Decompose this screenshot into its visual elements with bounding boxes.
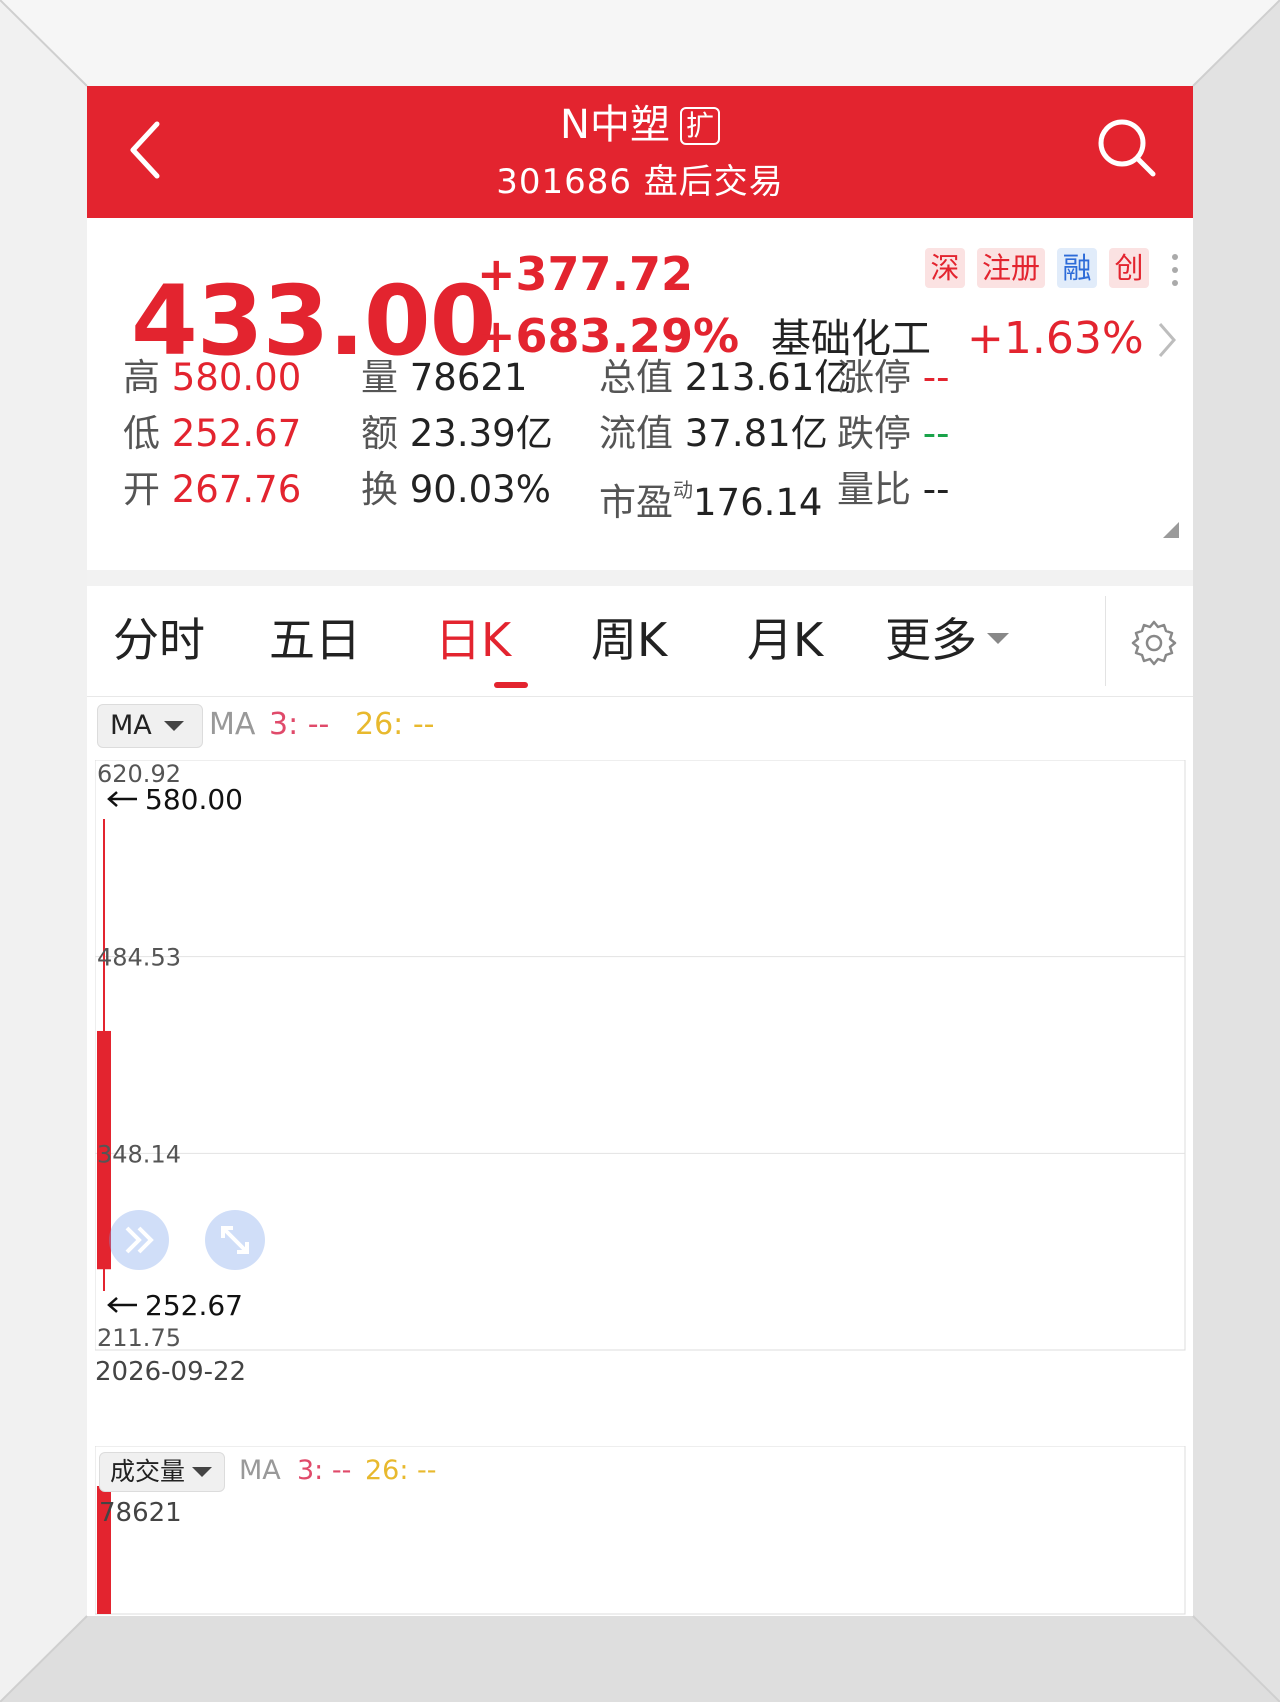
dropdown-caret-icon xyxy=(192,1467,212,1477)
tab-more[interactable]: 更多 xyxy=(885,610,1009,670)
stat-market-cap: 总值 213.61亿 xyxy=(599,356,852,399)
expand-corner-icon[interactable] xyxy=(1163,522,1179,538)
y-tick-label: 348.14 xyxy=(97,1140,181,1168)
date-label: 2026-09-22 xyxy=(95,1357,247,1387)
indicator-selector-label: MA xyxy=(110,710,152,741)
stock-title: N中塑扩 xyxy=(87,100,1193,150)
chart-tabs: 分时 五日 日K 周K 月K 更多 xyxy=(87,586,1193,696)
volume-ma3-value: 3: -- xyxy=(297,1455,352,1486)
chevron-right-icon[interactable] xyxy=(1155,318,1179,362)
stat-turnover: 换 90.03% xyxy=(361,468,551,511)
tab-weekly-k[interactable]: 周K xyxy=(591,610,667,670)
expand-tag[interactable]: 扩 xyxy=(679,107,720,145)
badge-margin: 融 xyxy=(1057,248,1097,288)
dropdown-caret-icon xyxy=(164,721,184,731)
stock-name: N中塑 xyxy=(560,102,670,148)
tab-more-label: 更多 xyxy=(885,613,977,667)
tab-monthly-k[interactable]: 月K xyxy=(747,610,823,670)
badge-registration: 注册 xyxy=(977,248,1045,288)
badge-shenzhen: 深 xyxy=(925,248,965,288)
tab-separator xyxy=(1105,596,1106,686)
stock-subtitle: 301686 盘后交易 xyxy=(496,162,784,202)
stat-limit-down: 跌停 -- xyxy=(837,412,950,455)
fast-forward-icon[interactable] xyxy=(109,1210,169,1270)
tab-daily-k[interactable]: 日K xyxy=(435,610,511,670)
search-icon[interactable] xyxy=(1095,116,1159,180)
low-annotation: 252.67 xyxy=(107,1289,243,1322)
tab-five-day[interactable]: 五日 xyxy=(269,610,361,670)
volume-max-label: 78621 xyxy=(99,1498,182,1528)
sector-change: +1.63% xyxy=(967,313,1144,364)
volume-ma-label: MA xyxy=(239,1455,281,1486)
photo-frame: N中塑扩 301686 盘后交易 433.00 +377.72 +683.29%… xyxy=(0,0,1280,1702)
volume-selector-label: 成交量 xyxy=(110,1457,186,1486)
fullscreen-icon[interactable] xyxy=(205,1210,265,1270)
tabs-divider xyxy=(87,696,1193,697)
active-tab-indicator xyxy=(494,682,528,688)
stat-high: 高 580.00 xyxy=(123,356,302,399)
stat-limit-up: 涨停 -- xyxy=(837,356,950,399)
ma3-value: 3: -- xyxy=(269,707,330,742)
y-tick-label: 211.75 xyxy=(97,1324,181,1352)
stat-open: 开 267.76 xyxy=(123,468,302,511)
indicator-selector[interactable]: MA xyxy=(97,704,203,748)
stat-low: 低 252.67 xyxy=(123,412,302,455)
annotation-value: 252.67 xyxy=(145,1289,243,1322)
stat-float-cap: 流值 37.81亿 xyxy=(599,412,828,455)
more-dots-icon[interactable] xyxy=(1171,252,1179,288)
price-change: +377.72 xyxy=(477,247,694,301)
ma26-value: 26: -- xyxy=(355,707,435,742)
volume-indicator-selector[interactable]: 成交量 xyxy=(99,1452,225,1492)
badge-chinext: 创 xyxy=(1109,248,1149,288)
stat-volume: 量 78621 xyxy=(361,356,528,399)
tab-intraday[interactable]: 分时 xyxy=(113,610,205,670)
volume-ma26-value: 26: -- xyxy=(365,1455,437,1486)
ma-label: MA xyxy=(209,707,256,742)
annotation-value: 580.00 xyxy=(145,783,243,816)
top-bar: N中塑扩 301686 盘后交易 xyxy=(87,86,1193,218)
app-screen: N中塑扩 301686 盘后交易 433.00 +377.72 +683.29%… xyxy=(87,86,1193,1616)
caret-down-icon xyxy=(987,633,1009,644)
stat-amount: 额 23.39亿 xyxy=(361,412,553,455)
y-tick-label: 484.53 xyxy=(97,944,181,972)
stat-volume-ratio: 量比 -- xyxy=(837,468,950,511)
gear-icon[interactable] xyxy=(1129,618,1179,668)
section-divider xyxy=(87,570,1193,586)
stat-pe: 市盈动176.14 xyxy=(599,478,823,524)
